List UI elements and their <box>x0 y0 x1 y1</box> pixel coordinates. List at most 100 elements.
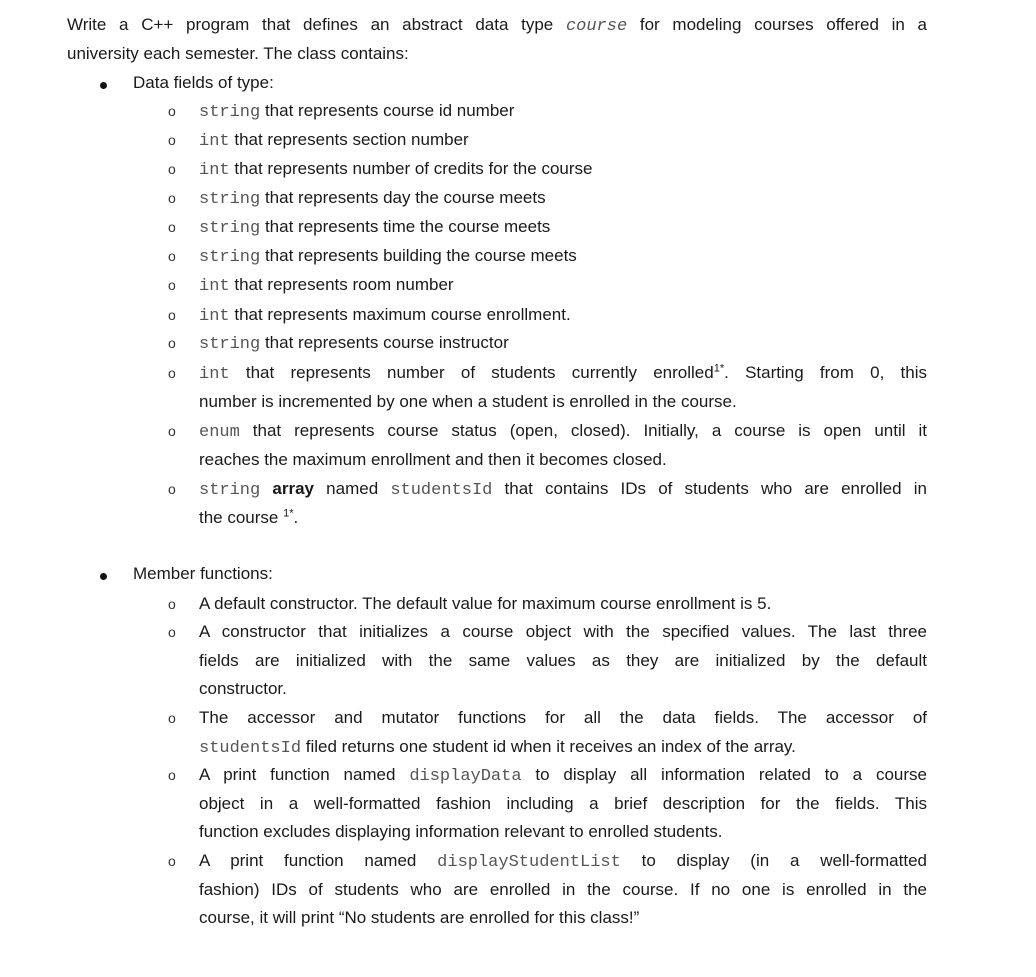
function-description: A constructor that initializes a course … <box>199 622 927 641</box>
data-field-item: int that represents maximum course enrol… <box>199 304 571 328</box>
function-description: to display (in a well-formatted <box>641 851 927 870</box>
function-name: displayStudentList <box>437 853 621 872</box>
field-name: studentsId <box>199 738 302 758</box>
type-name: course <box>565 17 628 36</box>
data-field-item-continued: reaches the maximum enrollment and then … <box>199 449 667 471</box>
field-description: that represents number of credits for th… <box>234 159 593 178</box>
sub-bullet-icon: o <box>168 103 176 119</box>
member-function-item-continued: course, it will print “No students are e… <box>199 908 640 927</box>
field-description: that represents course instructor <box>264 333 509 352</box>
sub-bullet-icon: o <box>168 481 176 497</box>
sub-bullet-icon: o <box>168 132 176 148</box>
type-keyword: int <box>199 277 230 296</box>
member-function-item-continued: function excludes displaying information… <box>199 822 723 841</box>
member-function-item-continued: object in a well-formatted fashion inclu… <box>199 793 927 815</box>
sub-bullet-icon: o <box>168 423 176 439</box>
member-function-item: A print function named displayStudentLis… <box>199 850 927 874</box>
function-description: filed returns one student id when it rec… <box>305 736 796 756</box>
function-description: A default constructor. The default value… <box>199 594 772 613</box>
member-function-item-continued: fashion) IDs of students who are enrolle… <box>199 879 927 901</box>
type-keyword: string <box>199 190 261 209</box>
data-field-item: string that represents time the course m… <box>199 216 550 240</box>
data-field-item: int that represents number of students c… <box>199 362 927 386</box>
data-field-item: string array named studentsId that conta… <box>199 478 927 502</box>
field-description: named <box>326 479 379 498</box>
field-description: that represents room number <box>234 275 454 294</box>
field-description: that represents section number <box>234 130 469 149</box>
function-description: A print function named <box>199 851 417 870</box>
field-description: that represents day the course meets <box>264 188 546 207</box>
intro-text-2: for modeling courses offered in a <box>639 15 927 34</box>
sub-bullet-icon: o <box>168 248 176 264</box>
function-name: displayData <box>409 767 522 786</box>
data-field-item: int that represents section number <box>199 129 469 153</box>
intro-line-2: university each semester. The class cont… <box>67 44 409 63</box>
sub-bullet-icon: o <box>168 161 176 177</box>
data-field-item: int that represents number of credits fo… <box>199 158 592 182</box>
type-keyword: int <box>199 132 230 151</box>
member-function-item: A print function named displayData to di… <box>199 764 927 788</box>
function-description: A print function named <box>199 765 396 784</box>
data-field-item: enum that represents course status (open… <box>199 420 927 444</box>
type-keyword: string <box>199 103 261 122</box>
field-description: that represents course id number <box>264 101 515 120</box>
sub-bullet-icon: o <box>168 596 176 612</box>
field-description: that represents number of students curre… <box>245 363 714 382</box>
data-field-item-continued: the course 1*. <box>199 507 298 529</box>
field-description: that represents course status (open, clo… <box>252 421 927 440</box>
sub-bullet-icon: o <box>168 624 176 640</box>
bullet-icon <box>100 573 107 580</box>
function-description: object in a well-formatted fashion inclu… <box>199 793 927 813</box>
field-description: reaches the maximum enrollment and then … <box>199 450 667 469</box>
field-description: number is incremented by one when a stud… <box>199 392 737 411</box>
field-description: that represents time the course meets <box>264 217 551 236</box>
member-functions-heading: Member functions: <box>133 564 273 583</box>
sub-bullet-icon: o <box>168 190 176 206</box>
data-field-item-continued: number is incremented by one when a stud… <box>199 391 737 413</box>
field-description: that represents maximum course enrollmen… <box>234 305 571 324</box>
field-description: that represents building the course meet… <box>264 246 577 265</box>
type-keyword: string <box>199 481 261 500</box>
function-description: fields are initialized with the same val… <box>199 650 927 670</box>
function-description: fashion) IDs of students who are enrolle… <box>199 879 927 899</box>
member-function-item: A default constructor. The default value… <box>199 593 771 615</box>
intro-line-1: Write a C++ program that defines an abst… <box>67 14 927 38</box>
emphasis: array <box>272 479 314 498</box>
data-field-item: string that represents day the course me… <box>199 187 546 211</box>
field-name: studentsId <box>390 481 493 500</box>
bullet-icon <box>100 82 107 89</box>
type-keyword: string <box>199 219 261 238</box>
field-description: . <box>293 508 299 527</box>
footnote-mark: 1* <box>283 507 294 520</box>
data-field-item: string that represents course id number <box>199 100 514 124</box>
field-description: the course <box>199 508 279 527</box>
data-field-item: string that represents course instructor <box>199 332 509 356</box>
data-field-item: int that represents room number <box>199 274 454 298</box>
sub-bullet-icon: o <box>168 710 176 726</box>
member-function-item-continued: studentsId filed returns one student id … <box>199 736 796 760</box>
function-description: to display all information related to a … <box>535 765 927 784</box>
sub-bullet-icon: o <box>168 335 176 351</box>
sub-bullet-icon: o <box>168 277 176 293</box>
type-keyword: int <box>199 307 230 326</box>
sub-bullet-icon: o <box>168 853 176 869</box>
type-keyword: string <box>199 248 261 267</box>
field-description: that contains IDs of students who are en… <box>504 479 927 498</box>
sub-bullet-icon: o <box>168 219 176 235</box>
sub-bullet-icon: o <box>168 365 176 381</box>
data-fields-heading: Data fields of type: <box>133 73 274 92</box>
member-function-item: The accessor and mutator functions for a… <box>199 707 927 729</box>
type-keyword: int <box>199 161 230 180</box>
sub-bullet-icon: o <box>168 307 176 323</box>
sub-bullet-icon: o <box>168 767 176 783</box>
member-function-item: A constructor that initializes a course … <box>199 621 927 643</box>
field-description: . Starting from 0, this <box>724 363 927 382</box>
type-keyword: enum <box>199 423 240 442</box>
type-keyword: string <box>199 335 261 354</box>
member-function-item-continued: constructor. <box>199 679 287 698</box>
intro-text: Write a C++ program that defines an abst… <box>67 15 554 34</box>
function-description: The accessor and mutator functions for a… <box>199 708 927 727</box>
data-field-item: string that represents building the cour… <box>199 245 577 269</box>
member-function-item-continued: fields are initialized with the same val… <box>199 650 927 672</box>
footnote-mark: 1* <box>713 362 725 375</box>
